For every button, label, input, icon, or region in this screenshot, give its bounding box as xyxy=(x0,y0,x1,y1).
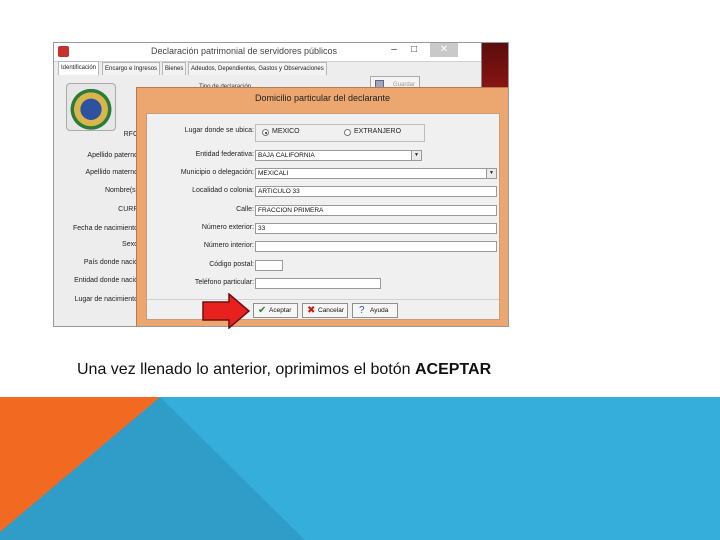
minimize-button[interactable]: – xyxy=(384,43,404,57)
label-calle: Calle: xyxy=(236,206,254,213)
screenshot: Declaración patrimonial de servidores pú… xyxy=(53,42,509,327)
label-apellido-paterno: Apellido paterno xyxy=(87,152,138,159)
label-lugar-nacimiento: Lugar de nacimiento xyxy=(74,296,138,303)
ayuda-label: Ayuda xyxy=(370,307,389,314)
dialog-form: Lugar donde se ubica: MEXICO EXTRANJERO … xyxy=(146,113,500,320)
num-interior-input[interactable] xyxy=(255,241,497,252)
label-telefono: Teléfono particular: xyxy=(194,279,254,286)
tab-bienes[interactable]: Bienes xyxy=(162,62,187,75)
label-localidad: Localidad o colonia: xyxy=(192,187,254,194)
calle-input[interactable]: FRACCION PRIMERA xyxy=(255,205,497,216)
label-apellido-materno: Apellido materno xyxy=(85,169,138,176)
ayuda-button[interactable]: ? Ayuda xyxy=(352,303,398,318)
tab-encargo-ingresos[interactable]: Encargo e Ingresos xyxy=(102,62,161,75)
radio-extranjero-label: EXTRANJERO xyxy=(354,128,402,135)
tab-adeudos[interactable]: Adeudos, Dependientes, Gastos y Observac… xyxy=(188,62,327,75)
aceptar-button[interactable]: ✔ Aceptar xyxy=(253,303,298,318)
decorative-band xyxy=(0,397,720,540)
label-nombres: Nombre(s) xyxy=(104,187,138,194)
radio-extranjero[interactable] xyxy=(344,129,351,136)
main-window-title: Declaración patrimonial de servidores pú… xyxy=(150,46,338,56)
dialog-button-bar: ✔ Aceptar ✖ Cancelar ? Ayuda xyxy=(147,299,499,320)
label-pais-nacio: País donde nació xyxy=(83,259,138,266)
cross-icon: ✖ xyxy=(307,305,316,316)
state-seal-logo xyxy=(66,83,116,131)
pointer-arrow-icon xyxy=(202,293,251,329)
municipio-value: MEXICALI xyxy=(258,170,289,177)
slide-caption: Una vez llenado lo anterior, oprimimos e… xyxy=(77,361,491,379)
radio-mexico-label: MEXICO xyxy=(272,128,300,135)
question-icon: ? xyxy=(359,305,365,316)
num-exterior-input[interactable]: 33 xyxy=(255,223,497,234)
cancelar-button[interactable]: ✖ Cancelar xyxy=(302,303,348,318)
domicilio-dialog: Domicilio particular del declarante Luga… xyxy=(136,87,508,326)
label-num-interior: Número interior: xyxy=(203,242,254,249)
main-titlebar: Declaración patrimonial de servidores pú… xyxy=(54,43,481,62)
maximize-button[interactable]: □ xyxy=(404,43,424,57)
entidad-select[interactable]: BAJA CALIFORNIA ▼ xyxy=(255,150,422,161)
close-button[interactable]: ✕ xyxy=(430,43,458,57)
municipio-select[interactable]: MEXICALI ▼ xyxy=(255,168,497,179)
caption-bold: ACEPTAR xyxy=(414,361,492,378)
cancelar-label: Cancelar xyxy=(318,307,345,314)
label-num-exterior: Número exterior: xyxy=(201,224,254,231)
check-icon: ✔ xyxy=(258,305,267,316)
entidad-value: BAJA CALIFORNIA xyxy=(258,152,315,159)
chevron-down-icon[interactable]: ▼ xyxy=(411,151,421,160)
label-lugar-ubica: Lugar donde se ubica: xyxy=(184,127,254,134)
caption-text: Una vez llenado lo anterior, oprimimos e… xyxy=(77,361,415,378)
label-codigo-postal: Código postal: xyxy=(209,261,254,268)
telefono-input[interactable] xyxy=(255,278,381,289)
dialog-title: Domicilio particular del declarante xyxy=(254,93,391,103)
tab-identificacion[interactable]: Identificación xyxy=(58,61,100,75)
radio-mexico[interactable] xyxy=(262,129,269,136)
label-municipio: Municipio o delegación: xyxy=(180,169,254,176)
label-entidad: Entidad federativa: xyxy=(195,151,254,158)
label-fecha-nacimiento: Fecha de nacimiento xyxy=(73,225,138,232)
localidad-input[interactable]: ARTICULO 33 xyxy=(255,186,497,197)
chevron-down-icon[interactable]: ▼ xyxy=(486,169,496,178)
codigo-postal-input[interactable] xyxy=(255,260,283,271)
aceptar-label: Aceptar xyxy=(269,307,292,314)
ubicacion-radio-group: MEXICO EXTRANJERO xyxy=(255,124,425,142)
label-entidad-nacio: Entidad donde nació xyxy=(74,277,138,284)
